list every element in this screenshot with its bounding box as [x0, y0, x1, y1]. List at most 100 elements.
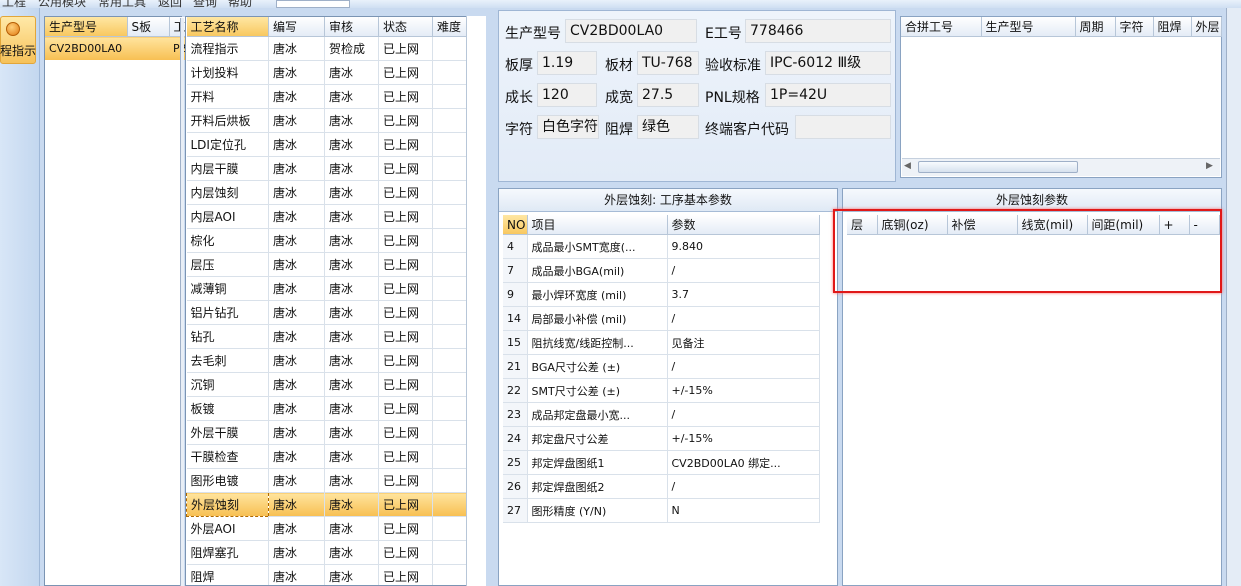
param-no-cell[interactable]: 27	[503, 498, 528, 523]
menu-item-common[interactable]: 公用模块	[38, 0, 86, 8]
process-name-cell[interactable]: 外层AOI	[186, 516, 269, 541]
status-cell[interactable]: 已上网	[378, 468, 433, 493]
status-cell[interactable]: 已上网	[378, 180, 433, 205]
process-name-cell[interactable]: 计划投料	[186, 60, 269, 85]
col-merge-no[interactable]: 合拼工号	[901, 17, 982, 37]
col-item[interactable]: 项目	[527, 215, 668, 235]
status-cell[interactable]: 已上网	[378, 348, 433, 373]
reviewer-cell[interactable]: 唐冰	[324, 540, 379, 565]
param-no-cell[interactable]: 4	[503, 234, 528, 259]
author-cell[interactable]: 唐冰	[268, 396, 325, 421]
param-row[interactable]: 25 邦定焊盘图纸1 CV2BD00LA0 绑定...	[503, 450, 820, 475]
process-name-cell[interactable]: 减薄铜	[186, 276, 269, 301]
reviewer-cell[interactable]: 唐冰	[324, 156, 379, 181]
author-cell[interactable]: 唐冰	[268, 60, 325, 85]
process-row[interactable]: 开料后烘板 唐冰 唐冰 已上网	[186, 108, 468, 133]
difficulty-cell[interactable]	[432, 420, 468, 445]
param-value-cell[interactable]: CV2BD00LA0 绑定...	[667, 450, 820, 475]
param-value-cell[interactable]: /	[667, 258, 820, 283]
param-value-cell[interactable]: +/-15%	[667, 426, 820, 451]
author-cell[interactable]: 唐冰	[268, 540, 325, 565]
difficulty-cell[interactable]	[432, 492, 468, 517]
param-row[interactable]: 7 成品最小BGA(mil) /	[503, 258, 820, 283]
menu-item-back[interactable]: 返回	[158, 0, 182, 8]
reviewer-cell[interactable]: 唐冰	[324, 228, 379, 253]
menu-item-tools[interactable]: 常用工具	[98, 0, 146, 8]
difficulty-cell[interactable]	[432, 324, 468, 349]
difficulty-cell[interactable]	[432, 180, 468, 205]
difficulty-cell[interactable]	[432, 132, 468, 157]
process-name-cell[interactable]: 内层干膜	[186, 156, 269, 181]
param-item-cell[interactable]: 邦定焊盘图纸2	[527, 474, 668, 499]
col-merge-cycle[interactable]: 周期	[1075, 17, 1116, 37]
process-name-cell[interactable]: 铝片钻孔	[186, 300, 269, 325]
process-name-cell[interactable]: 外层干膜	[186, 420, 269, 445]
author-cell[interactable]: 唐冰	[268, 324, 325, 349]
param-item-cell[interactable]: 成品最小SMT宽度(...	[527, 234, 668, 259]
reviewer-cell[interactable]: 唐冰	[324, 60, 379, 85]
col-merge-mask[interactable]: 阻焊	[1153, 17, 1192, 37]
param-row[interactable]: 14 局部最小补偿 (mil) /	[503, 306, 820, 331]
col-author[interactable]: 编写	[268, 17, 325, 37]
s-board-cell[interactable]	[127, 36, 169, 60]
param-row[interactable]: 9 最小焊环宽度 (mil) 3.7	[503, 282, 820, 307]
length-field[interactable]: 120	[537, 83, 597, 107]
reviewer-cell[interactable]: 唐冰	[324, 180, 379, 205]
status-cell[interactable]: 已上网	[378, 492, 433, 517]
status-cell[interactable]: 已上网	[378, 276, 433, 301]
reviewer-cell[interactable]: 唐冰	[324, 468, 379, 493]
menu-item-query[interactable]: 查询	[193, 0, 217, 8]
author-cell[interactable]: 唐冰	[268, 156, 325, 181]
process-name-cell[interactable]: 棕化	[186, 228, 269, 253]
col-merge-outer[interactable]: 外层	[1191, 17, 1222, 37]
author-cell[interactable]: 唐冰	[268, 564, 325, 585]
status-cell[interactable]: 已上网	[378, 228, 433, 253]
reviewer-cell[interactable]: 唐冰	[324, 84, 379, 109]
product-model-cell[interactable]: CV2BD00LA0	[45, 36, 127, 60]
process-row[interactable]: 沉铜 唐冰 唐冰 已上网	[186, 372, 468, 397]
width-field[interactable]: 27.5	[637, 83, 699, 107]
mask-field[interactable]: 绿色	[637, 115, 699, 139]
process-row[interactable]: 铝片钻孔 唐冰 唐冰 已上网	[186, 300, 468, 325]
param-no-cell[interactable]: 24	[503, 426, 528, 451]
col-reviewer[interactable]: 审核	[324, 17, 379, 37]
menu-item-help[interactable]: 帮助	[228, 0, 252, 8]
status-cell[interactable]: 已上网	[378, 300, 433, 325]
author-cell[interactable]: 唐冰	[268, 372, 325, 397]
param-item-cell[interactable]: 阻抗线宽/线距控制...	[527, 330, 668, 355]
param-item-cell[interactable]: BGA尺寸公差 (±)	[527, 354, 668, 379]
status-cell[interactable]: 已上网	[378, 204, 433, 229]
merge-horizontal-scrollbar[interactable]: ◀ ▶	[902, 158, 1220, 176]
difficulty-cell[interactable]	[432, 156, 468, 181]
difficulty-cell[interactable]	[432, 252, 468, 277]
col-no[interactable]: NO	[503, 215, 528, 235]
reviewer-cell[interactable]: 唐冰	[324, 564, 379, 585]
process-name-cell[interactable]: 外层蚀刻	[186, 492, 269, 517]
product-row[interactable]: CV2BD00LA0 P2	[45, 36, 195, 60]
difficulty-cell[interactable]	[432, 516, 468, 541]
process-row[interactable]: 钻孔 唐冰 唐冰 已上网	[186, 324, 468, 349]
param-item-cell[interactable]: SMT尺寸公差 (±)	[527, 378, 668, 403]
author-cell[interactable]: 唐冰	[268, 300, 325, 325]
process-row[interactable]: 阻焊 唐冰 唐冰 已上网	[186, 564, 468, 585]
param-value-cell[interactable]: /	[667, 306, 820, 331]
product-list-scrollbar[interactable]	[180, 18, 184, 586]
param-row[interactable]: 15 阻抗线宽/线距控制... 见备注	[503, 330, 820, 355]
difficulty-cell[interactable]	[432, 372, 468, 397]
status-cell[interactable]: 已上网	[378, 108, 433, 133]
param-no-cell[interactable]: 22	[503, 378, 528, 403]
process-row[interactable]: 内层干膜 唐冰 唐冰 已上网	[186, 156, 468, 181]
param-row[interactable]: 21 BGA尺寸公差 (±) /	[503, 354, 820, 379]
status-cell[interactable]: 已上网	[378, 36, 433, 61]
status-cell[interactable]: 已上网	[378, 372, 433, 397]
status-cell[interactable]: 已上网	[378, 516, 433, 541]
param-row[interactable]: 26 邦定焊盘图纸2/	[503, 474, 820, 499]
author-cell[interactable]: 唐冰	[268, 492, 325, 517]
process-row[interactable]: 棕化 唐冰 唐冰 已上网	[186, 228, 468, 253]
process-row[interactable]: 阻焊塞孔 唐冰 唐冰 已上网	[186, 540, 468, 565]
author-cell[interactable]: 唐冰	[268, 516, 325, 541]
difficulty-cell[interactable]	[432, 276, 468, 301]
scroll-left-icon[interactable]: ◀	[904, 161, 914, 173]
process-name-cell[interactable]: 图形电镀	[186, 468, 269, 493]
pnl-field[interactable]: 1P=42U	[765, 83, 891, 107]
